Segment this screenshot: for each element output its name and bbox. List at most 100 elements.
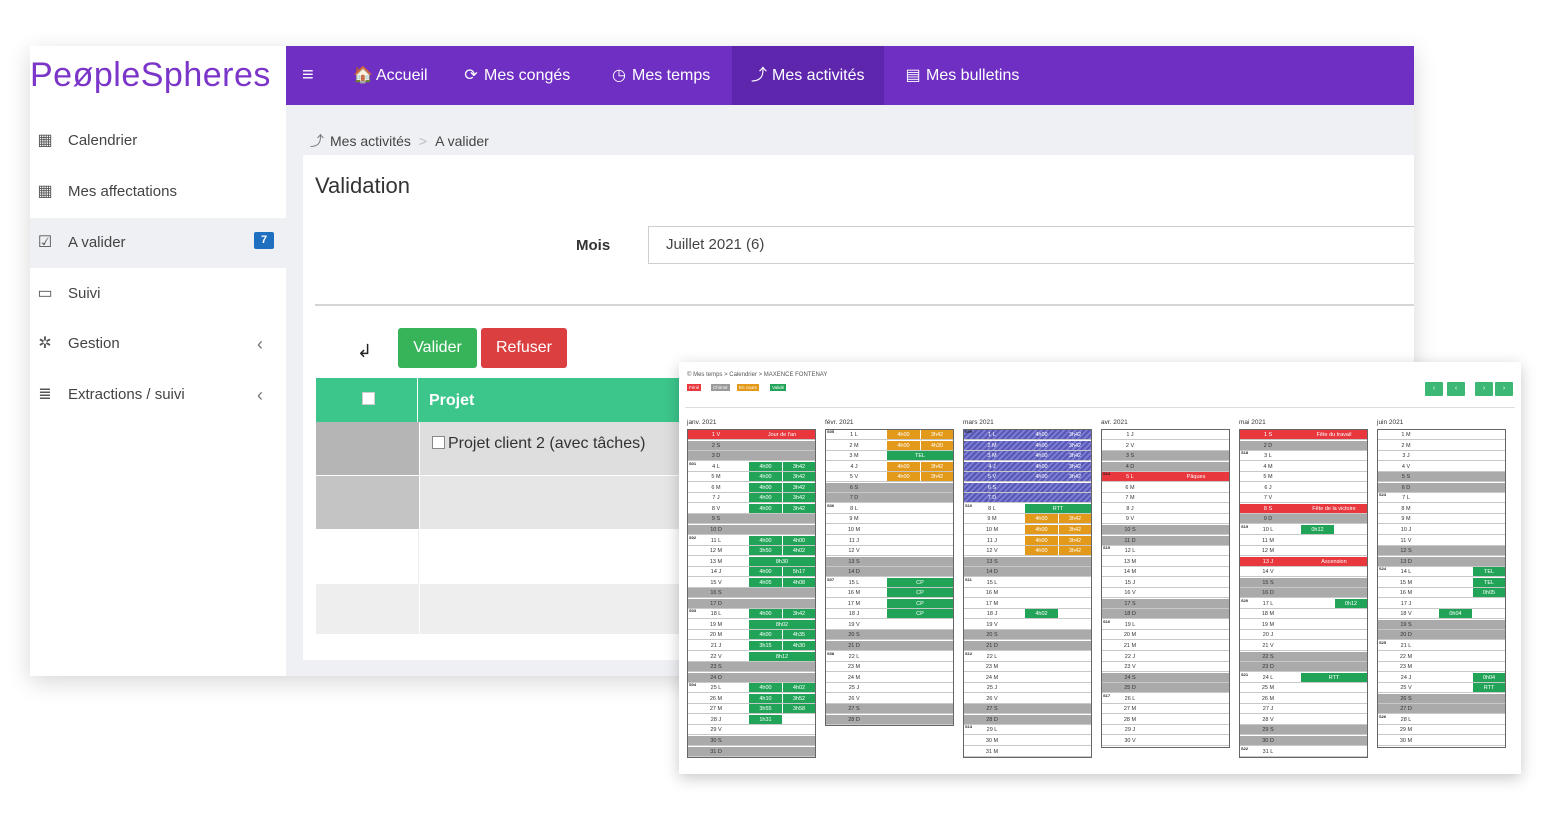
morning-entry[interactable]: 4h00 xyxy=(749,630,782,640)
prev-year-button[interactable]: ‹ xyxy=(1425,382,1443,396)
day-row[interactable]: 10 J xyxy=(1378,525,1505,535)
day-entry[interactable]: Pâques xyxy=(1163,472,1229,481)
day-row[interactable]: 15 M TEL xyxy=(1378,577,1505,588)
day-row[interactable]: 1 S Fête du travail xyxy=(1240,430,1367,440)
day-row[interactable]: S04 25 L 4h00 4h02 xyxy=(688,682,815,694)
day-entry[interactable]: TEL xyxy=(887,451,953,461)
day-row[interactable]: 5 V 4h00 3h42 xyxy=(826,472,953,483)
day-row[interactable]: 3 J xyxy=(1378,451,1505,462)
morning-entry[interactable]: 4h00 xyxy=(887,430,920,439)
day-row[interactable]: 9 M 4h00 3h42 xyxy=(964,514,1091,525)
morning-entry[interactable]: 4h00 xyxy=(749,535,782,545)
day-entry[interactable]: CP xyxy=(887,609,953,619)
day-row[interactable]: 11 V xyxy=(1378,536,1505,546)
day-row[interactable]: 11 D xyxy=(1102,535,1229,546)
mois-select[interactable]: Juillet 2021 (6) xyxy=(648,226,1414,264)
day-row[interactable]: 2 S xyxy=(688,440,815,451)
day-row[interactable]: S17 26 L xyxy=(1102,693,1229,704)
day-row[interactable]: S02 11 L 4h00 4h00 xyxy=(688,535,815,546)
day-row[interactable]: 25 D xyxy=(1102,683,1229,694)
afternoon-entry[interactable]: 4h02 xyxy=(783,683,815,693)
valider-button[interactable]: Valider xyxy=(398,328,477,368)
afternoon-entry[interactable]: 4h08 xyxy=(783,577,815,587)
day-row[interactable]: 7 D xyxy=(964,493,1091,504)
day-row[interactable]: 18 J 4h02 xyxy=(964,609,1091,620)
morning-entry[interactable]: 4h00 xyxy=(1025,546,1058,556)
day-row[interactable]: 19 V xyxy=(826,620,953,630)
day-row[interactable]: 12 V xyxy=(826,546,953,557)
day-row[interactable]: 6 J xyxy=(1240,483,1367,493)
afternoon-entry[interactable]: 4h30 xyxy=(783,641,815,650)
day-row[interactable]: 24 M xyxy=(964,673,1091,683)
day-entry[interactable]: CP xyxy=(887,598,953,608)
day-row[interactable]: 22 V 8h12 xyxy=(688,651,815,662)
afternoon-entry[interactable]: TEL xyxy=(1473,567,1505,577)
day-row[interactable]: 7 J 4h00 3h42 xyxy=(688,493,815,504)
menu-toggle-icon[interactable]: ≡ xyxy=(302,64,314,87)
day-row[interactable]: 4 D xyxy=(1102,461,1229,472)
morning-entry[interactable]: 4h00 xyxy=(1025,535,1058,545)
afternoon-entry[interactable]: 3h42 xyxy=(921,430,953,439)
day-row[interactable]: 29 M xyxy=(1378,725,1505,736)
day-row[interactable]: S06 8 L xyxy=(826,503,953,514)
day-row[interactable]: 6 D xyxy=(1378,482,1505,493)
afternoon-entry[interactable]: 5h17 xyxy=(783,567,815,577)
morning-entry[interactable]: 3h50 xyxy=(749,546,782,556)
morning-entry[interactable]: 4h10 xyxy=(749,693,782,703)
afternoon-entry[interactable]: 3h42 xyxy=(783,461,815,471)
day-row[interactable]: 27 M 3h55 3h58 xyxy=(688,704,815,715)
afternoon-entry[interactable]: 4h35 xyxy=(783,630,815,640)
day-row[interactable]: 2 M 4h00 4h30 xyxy=(826,440,953,451)
day-row[interactable]: 14 M xyxy=(1102,567,1229,578)
day-row[interactable]: 2 V xyxy=(1102,441,1229,451)
nav-mes-activites[interactable]: ⤴ Mes activités xyxy=(732,46,884,105)
day-row[interactable]: 28 J 1h31 xyxy=(688,714,815,725)
day-row[interactable]: S23 7 L xyxy=(1378,492,1505,504)
afternoon-entry[interactable]: 3h42 xyxy=(1059,472,1091,481)
morning-entry[interactable]: 4h00 xyxy=(749,567,782,577)
day-entry[interactable]: Fête de la victoire xyxy=(1301,504,1367,513)
afternoon-entry[interactable]: TEL xyxy=(1473,577,1505,587)
table-row[interactable]: Projet client 2 (avec tâches) xyxy=(316,422,696,475)
day-row[interactable]: 9 M xyxy=(826,514,953,525)
day-row[interactable]: 5 V 4h00 3h42 xyxy=(964,472,1091,483)
day-row[interactable]: 18 V 0h04 xyxy=(1378,609,1505,620)
day-row[interactable]: 27 D xyxy=(1378,704,1505,715)
morning-entry[interactable]: 4h00 xyxy=(887,472,920,482)
day-row[interactable]: S09 1 L 4h00 3h42 xyxy=(964,429,1091,440)
row-checkbox[interactable] xyxy=(432,436,445,449)
brand-logo[interactable]: PeøpleSpheres xyxy=(30,46,286,105)
morning-entry[interactable]: 4h00 xyxy=(749,472,782,482)
day-row[interactable]: 17 J xyxy=(1378,599,1505,609)
next-month-button[interactable]: › xyxy=(1475,382,1493,396)
day-row[interactable]: 6 S xyxy=(826,482,953,493)
day-row[interactable]: 7 D xyxy=(826,493,953,504)
day-row[interactable]: 1 J xyxy=(1102,430,1229,440)
day-row[interactable]: S07 15 L CP xyxy=(826,577,953,588)
day-row[interactable]: 17 M CP xyxy=(826,598,953,609)
day-row[interactable]: 15 J xyxy=(1102,578,1229,588)
day-row[interactable]: 24 D xyxy=(688,672,815,683)
morning-entry[interactable]: 4h00 xyxy=(749,493,782,503)
day-row[interactable]: 17 S xyxy=(1102,598,1229,609)
day-row[interactable]: 13 S xyxy=(826,556,953,567)
day-row[interactable]: S26 28 L xyxy=(1378,714,1505,725)
morning-entry[interactable]: 4h00 xyxy=(887,440,920,450)
day-row[interactable]: 22 S xyxy=(1240,651,1367,662)
day-row[interactable]: 4 V xyxy=(1378,462,1505,472)
day-row[interactable]: 29 J xyxy=(1102,725,1229,736)
day-row[interactable]: 30 D xyxy=(1240,735,1367,746)
morning-entry[interactable]: 4h00 xyxy=(1025,462,1058,471)
day-row[interactable]: 25 J xyxy=(826,683,953,694)
day-row[interactable]: 18 M xyxy=(1240,609,1367,620)
day-row[interactable]: 11 J xyxy=(826,536,953,546)
nav-mes-bulletins[interactable]: ▤ Mes bulletins xyxy=(902,46,1019,105)
day-row[interactable]: 4 J 4h00 3h42 xyxy=(826,461,953,472)
afternoon-entry[interactable]: 3h42 xyxy=(921,472,953,482)
nav-accueil[interactable]: 🏠 Accueil xyxy=(352,46,428,105)
day-row[interactable]: 4 J 4h00 3h42 xyxy=(964,461,1091,472)
afternoon-entry[interactable]: 3h42 xyxy=(783,482,815,492)
day-row[interactable]: 25 J xyxy=(964,683,1091,694)
day-row[interactable]: 11 M xyxy=(1240,536,1367,546)
day-row[interactable]: S22 31 L xyxy=(1240,746,1367,757)
